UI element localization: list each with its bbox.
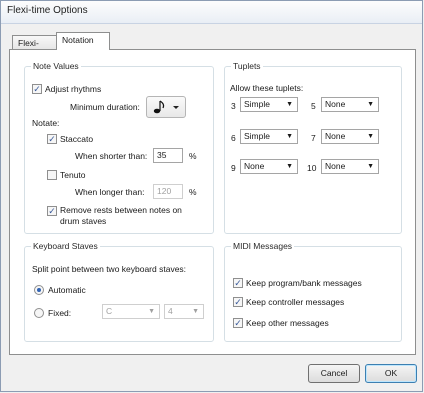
chevron-down-icon: ▼ — [367, 101, 374, 108]
tuplet-5-select[interactable]: None ▼ — [321, 97, 379, 112]
chevron-down-icon: ▼ — [367, 133, 374, 140]
tuplet-10-value: None — [325, 161, 346, 171]
fixed-radio[interactable] — [34, 308, 44, 318]
tab-flexi-time[interactable]: Flexi-time — [12, 35, 57, 63]
tuplets-title: Tuplets — [231, 61, 263, 71]
automatic-radio[interactable] — [34, 285, 44, 295]
chevron-down-icon: ▼ — [148, 308, 155, 315]
tuplet-5-value: None — [325, 99, 346, 109]
chevron-down-icon — [173, 106, 179, 109]
title-bar: Flexi-time Options — [1, 1, 422, 24]
tenuto-longer-label: When longer than: — [75, 187, 145, 197]
fixed-note-select[interactable]: C ▼ — [102, 304, 160, 319]
window-title: Flexi-time Options — [7, 5, 88, 16]
adjust-rhythms-checkbox[interactable]: ✓ — [32, 84, 42, 94]
staccato-percent-field[interactable]: 35 — [153, 148, 183, 163]
split-point-label: Split point between two keyboard staves: — [32, 264, 187, 274]
chevron-down-icon: ▼ — [286, 133, 293, 140]
remove-rests-label-1: Remove rests between notes on — [60, 205, 182, 215]
fixed-octave-select[interactable]: 4 ▼ — [164, 304, 204, 319]
tuplet-3-label: 3 — [231, 101, 236, 111]
tenuto-percent-field[interactable]: 120 — [153, 184, 183, 199]
ok-button[interactable]: OK — [365, 364, 417, 383]
tuplet-7-label: 7 — [311, 133, 316, 143]
minimum-duration-button[interactable] — [146, 96, 186, 118]
keep-program-bank-label: Keep program/bank messages — [246, 278, 362, 288]
staccato-unit: % — [189, 151, 197, 161]
fixed-octave-value: 4 — [168, 306, 173, 316]
keyboard-staves-title: Keyboard Staves — [31, 241, 100, 251]
options-dialog: Flexi-time Options Flexi-time Notation N… — [0, 0, 423, 392]
staccato-checkbox[interactable]: ✓ — [47, 134, 57, 144]
tenuto-checkbox[interactable] — [47, 170, 57, 180]
tuplet-6-label: 6 — [231, 133, 236, 143]
tenuto-label: Tenuto — [60, 170, 86, 180]
tuplet-6-select[interactable]: Simple ▼ — [240, 129, 298, 144]
minimum-duration-label: Minimum duration: — [70, 102, 140, 112]
staccato-shorter-label: When shorter than: — [75, 151, 148, 161]
keep-controller-label: Keep controller messages — [246, 297, 345, 307]
tuplet-6-value: Simple — [244, 131, 270, 141]
notation-panel: Note Values ✓ Adjust rhythms Minimum dur… — [9, 49, 416, 355]
eighth-note-icon — [153, 100, 179, 114]
remove-rests-checkbox[interactable]: ✓ — [47, 206, 57, 216]
cancel-button[interactable]: Cancel — [308, 364, 360, 383]
tuplet-7-select[interactable]: None ▼ — [321, 129, 379, 144]
tuplet-10-select[interactable]: None ▼ — [321, 159, 379, 174]
fixed-note-value: C — [106, 306, 113, 316]
chevron-down-icon: ▼ — [286, 163, 293, 170]
allow-tuplets-label: Allow these tuplets: — [230, 83, 304, 93]
chevron-down-icon: ▼ — [367, 163, 374, 170]
fixed-label: Fixed: — [48, 308, 72, 318]
chevron-down-icon: ▼ — [192, 308, 199, 315]
keep-controller-checkbox[interactable]: ✓ — [233, 297, 243, 307]
tuplet-10-label: 10 — [307, 163, 317, 173]
tuplet-9-label: 9 — [231, 163, 236, 173]
midi-messages-title: MIDI Messages — [231, 241, 295, 251]
keep-other-label: Keep other messages — [246, 318, 329, 328]
chevron-down-icon: ▼ — [286, 101, 293, 108]
remove-rests-label-2: drum staves — [60, 216, 107, 226]
notate-label: Notate: — [32, 118, 60, 128]
tenuto-unit: % — [189, 187, 197, 197]
tuplet-5-label: 5 — [311, 101, 316, 111]
keep-other-checkbox[interactable]: ✓ — [233, 318, 243, 328]
tuplet-9-select[interactable]: None ▼ — [240, 159, 298, 174]
tuplet-7-value: None — [325, 131, 346, 141]
tuplet-9-value: None — [244, 161, 265, 171]
keep-program-bank-checkbox[interactable]: ✓ — [233, 278, 243, 288]
tuplet-3-select[interactable]: Simple ▼ — [240, 97, 298, 112]
note-values-title: Note Values — [31, 61, 81, 71]
staccato-label: Staccato — [60, 134, 94, 144]
adjust-rhythms-label: Adjust rhythms — [45, 84, 102, 94]
automatic-label: Automatic — [48, 285, 86, 295]
tab-notation[interactable]: Notation — [56, 32, 110, 50]
tuplet-3-value: Simple — [244, 99, 270, 109]
